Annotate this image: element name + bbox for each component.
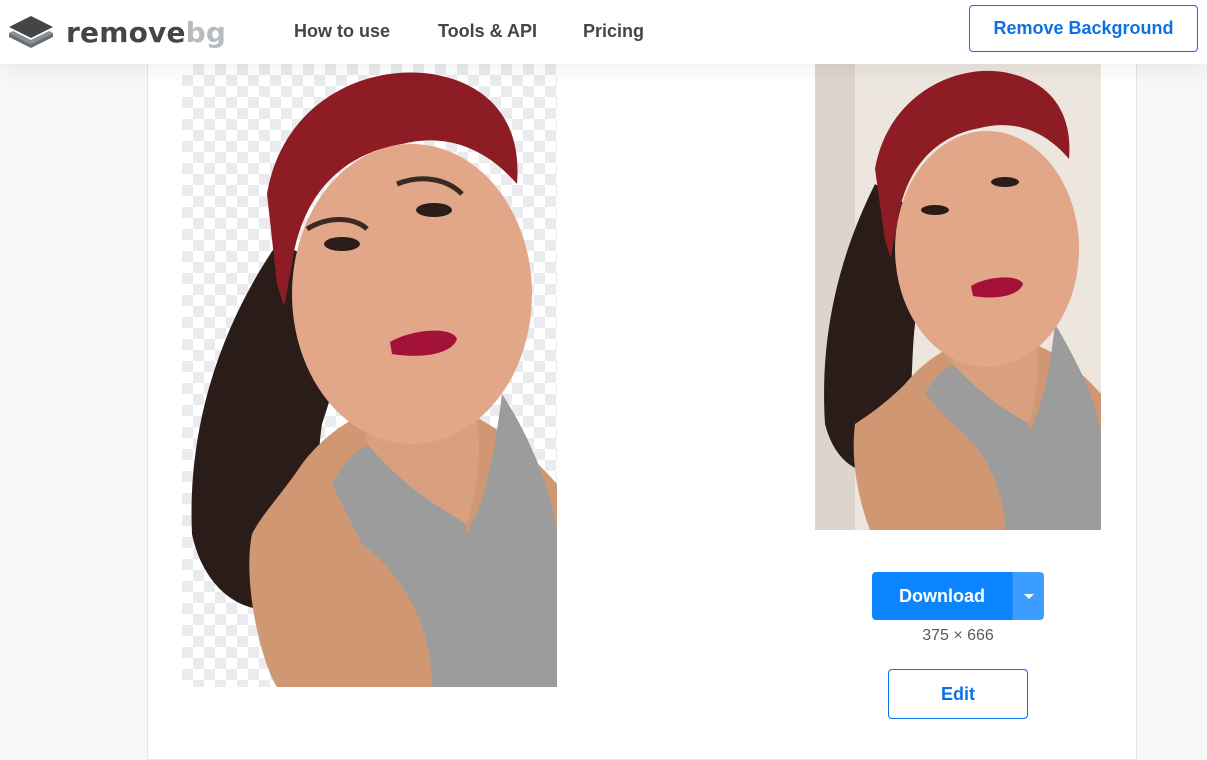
- layers-icon: [9, 16, 53, 48]
- original-photo-illustration: [815, 64, 1101, 530]
- remove-background-button[interactable]: Remove Background: [969, 5, 1198, 52]
- edit-button[interactable]: Edit: [888, 669, 1028, 719]
- caret-down-icon: [1023, 593, 1034, 599]
- top-header: remove bg How to use Tools & API Pricing …: [0, 0, 1207, 64]
- original-image: [815, 64, 1101, 530]
- result-photo-illustration: [191, 72, 557, 687]
- logo[interactable]: remove bg: [9, 16, 226, 50]
- logo-text-main: remove: [66, 16, 186, 49]
- image-dimensions: 375 × 666: [922, 627, 994, 644]
- download-button[interactable]: Download: [872, 572, 1012, 620]
- nav-tools-api[interactable]: Tools & API: [438, 20, 537, 42]
- logo-text-suffix: bg: [185, 16, 227, 49]
- nav-how-to-use[interactable]: How to use: [294, 20, 390, 42]
- download-group: Download: [872, 572, 1044, 620]
- download-options-button[interactable]: [1012, 572, 1044, 620]
- result-image: [182, 64, 557, 687]
- nav-pricing[interactable]: Pricing: [583, 20, 644, 42]
- logo-text: remove bg: [66, 18, 226, 48]
